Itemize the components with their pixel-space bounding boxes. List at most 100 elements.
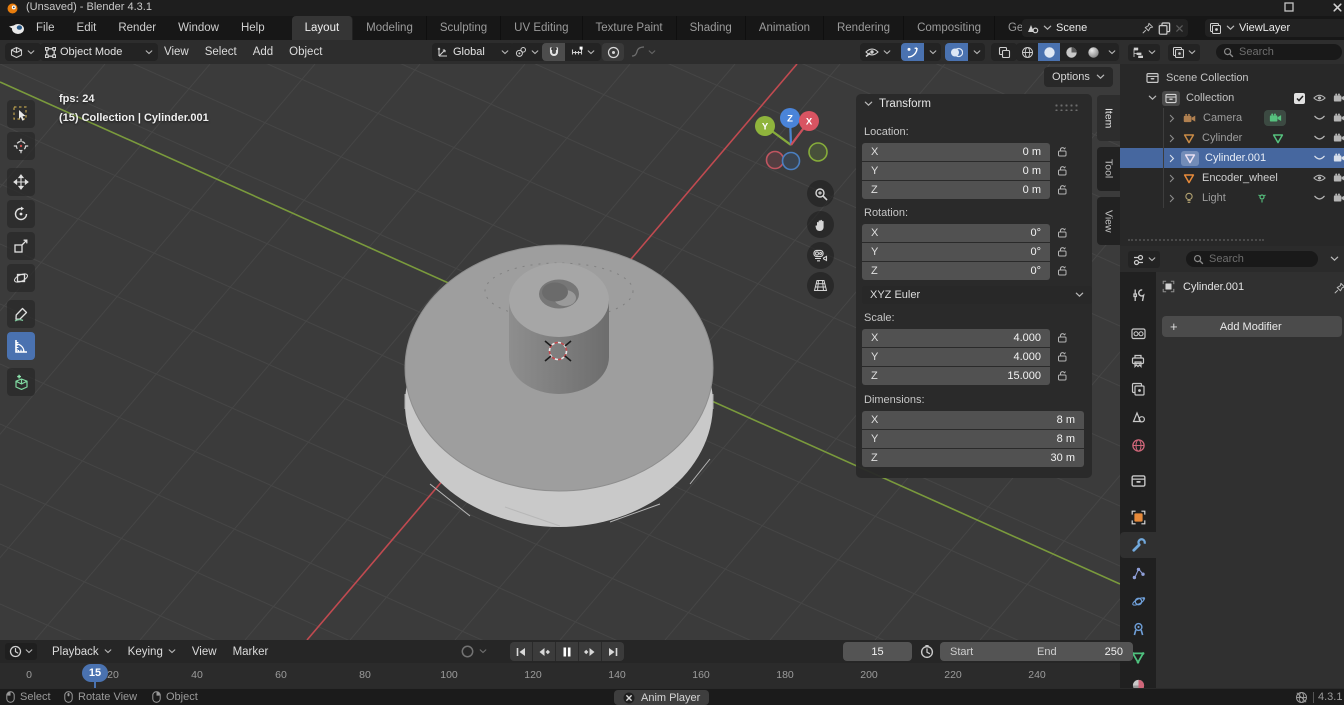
tab-view-layer[interactable]: [1120, 376, 1156, 402]
pin-icon[interactable]: [1142, 22, 1154, 34]
mode-dropdown[interactable]: Object Mode: [40, 43, 158, 61]
workspace-tab-layout[interactable]: Layout: [292, 16, 354, 40]
sidebar-tab-item[interactable]: Item: [1097, 95, 1120, 141]
tab-world[interactable]: [1120, 432, 1156, 458]
select-box-tool[interactable]: [7, 100, 35, 128]
tab-physics[interactable]: [1120, 588, 1156, 614]
navigation-gizmo[interactable]: Y Z X: [728, 86, 828, 186]
outliner-row-cylinder[interactable]: Cylinder: [1120, 128, 1344, 148]
annotate-tool[interactable]: [7, 300, 35, 328]
eye-closed-icon[interactable]: [1313, 193, 1326, 203]
proportional-falloff-dropdown[interactable]: [626, 43, 660, 61]
gizmo-axis-x-neg[interactable]: [767, 152, 784, 169]
outliner-row-collection[interactable]: Collection: [1120, 88, 1344, 108]
workspace-tab-shading[interactable]: Shading: [677, 16, 746, 40]
tab-constraints[interactable]: [1120, 616, 1156, 642]
viewport-3d[interactable]: fps: 24 (15) Collection | Cylinder.001 O…: [0, 64, 1120, 640]
outliner-row-cylinder-001[interactable]: Cylinder.001: [1120, 148, 1344, 168]
delete-scene-icon[interactable]: [1175, 24, 1184, 33]
eye-open-icon[interactable]: [1313, 173, 1326, 183]
pause-button[interactable]: [556, 642, 578, 661]
dimensions-x-field[interactable]: X8 m: [862, 411, 1084, 429]
gizmo-settings[interactable]: [924, 43, 941, 61]
location-z-field[interactable]: Z0 m: [862, 181, 1050, 199]
proportional-edit-toggle[interactable]: [602, 43, 624, 61]
chevron-down-icon[interactable]: [1330, 256, 1339, 262]
options-dropdown[interactable]: Options: [1044, 67, 1113, 87]
object-visibility-dropdown[interactable]: [860, 43, 904, 61]
lock-icon[interactable]: [1056, 331, 1069, 344]
camera-visibility-icon[interactable]: [1333, 173, 1344, 183]
outliner-search-input[interactable]: Search: [1216, 44, 1342, 60]
current-frame-field[interactable]: 15: [843, 642, 912, 661]
camera-visibility-icon[interactable]: [1333, 113, 1344, 123]
breadcrumb-object-name[interactable]: Cylinder.001: [1183, 281, 1244, 293]
workspace-tab-compositing[interactable]: Compositing: [904, 16, 995, 40]
anim-player-badge[interactable]: Anim Player: [614, 690, 709, 705]
panel-title[interactable]: Transform: [879, 98, 931, 110]
playhead[interactable]: 15: [82, 664, 108, 682]
lock-icon[interactable]: [1056, 369, 1069, 382]
maximize-icon[interactable]: [1284, 2, 1294, 12]
menu-select[interactable]: Select: [197, 40, 245, 64]
move-tool[interactable]: [7, 168, 35, 196]
tab-object[interactable]: [1120, 504, 1156, 530]
menu-view[interactable]: View: [156, 40, 197, 64]
viewlayer-icon[interactable]: [1209, 22, 1222, 35]
menu-edit[interactable]: Edit: [66, 16, 108, 40]
jump-to-end-button[interactable]: [602, 642, 624, 661]
gizmo-axis-y-neg[interactable]: [809, 143, 827, 161]
shading-wireframe-button[interactable]: [1016, 43, 1038, 61]
menu-marker[interactable]: Marker: [225, 640, 277, 664]
rotate-tool[interactable]: [7, 200, 35, 228]
location-y-field[interactable]: Y0 m: [862, 162, 1050, 180]
lock-icon[interactable]: [1056, 183, 1069, 196]
lock-icon[interactable]: [1056, 145, 1069, 158]
pan-button[interactable]: [807, 211, 834, 238]
workspace-tab-rendering[interactable]: Rendering: [824, 16, 904, 40]
menu-window[interactable]: Window: [167, 16, 230, 40]
menu-keying[interactable]: Keying: [120, 640, 184, 664]
menu-file[interactable]: File: [25, 16, 66, 40]
tab-output[interactable]: [1120, 348, 1156, 374]
outliner-filter-dropdown[interactable]: [1168, 44, 1200, 61]
viewlayer-name[interactable]: ViewLayer: [1239, 22, 1342, 34]
dimensions-y-field[interactable]: Y8 m: [862, 430, 1084, 448]
properties-editor-type-button[interactable]: [1128, 251, 1160, 268]
menu-object[interactable]: Object: [281, 40, 330, 64]
lock-icon[interactable]: [1056, 350, 1069, 363]
menu-playback[interactable]: Playback: [44, 640, 120, 664]
eye-closed-icon[interactable]: [1313, 153, 1326, 163]
frame-end-field[interactable]: End250: [1027, 642, 1133, 661]
camera-visibility-icon[interactable]: [1333, 93, 1344, 103]
auto-key-record-icon[interactable]: [460, 644, 475, 659]
shading-settings[interactable]: [1104, 43, 1119, 61]
chevron-down-icon[interactable]: [1043, 25, 1052, 31]
orthographic-toggle-button[interactable]: [807, 272, 834, 299]
outliner-row-scene-collection[interactable]: Scene Collection: [1120, 68, 1344, 88]
gizmo-axis-z-neg[interactable]: [783, 153, 800, 170]
scene-name[interactable]: Scene: [1056, 22, 1138, 34]
expand-icon[interactable]: [1169, 134, 1175, 143]
measure-tool[interactable]: [7, 332, 35, 360]
scale-tool[interactable]: [7, 232, 35, 260]
menu-add[interactable]: Add: [245, 40, 281, 64]
jump-to-start-button[interactable]: [510, 642, 532, 661]
snap-toggle[interactable]: [542, 43, 565, 61]
scene-icon[interactable]: [1026, 22, 1039, 35]
outliner-row-camera[interactable]: Camera: [1120, 108, 1344, 128]
sidebar-tab-view[interactable]: View: [1097, 197, 1120, 245]
rotation-mode-dropdown[interactable]: XYZ Euler: [862, 286, 1092, 304]
outliner-display-mode-dropdown[interactable]: [1128, 44, 1160, 61]
tab-modifiers[interactable]: [1120, 532, 1156, 558]
workspace-tab-uv-editing[interactable]: UV Editing: [501, 16, 582, 40]
add-modifier-button[interactable]: + Add Modifier: [1162, 316, 1342, 337]
tab-particles[interactable]: [1120, 560, 1156, 586]
camera-visibility-icon[interactable]: [1333, 193, 1344, 203]
add-cube-tool[interactable]: [7, 368, 35, 396]
eye-closed-icon[interactable]: [1313, 113, 1326, 123]
show-gizmo-toggle[interactable]: [901, 43, 924, 61]
tab-tool[interactable]: [1120, 282, 1156, 308]
tab-collection[interactable]: [1120, 468, 1156, 494]
shading-material-button[interactable]: [1060, 43, 1082, 61]
